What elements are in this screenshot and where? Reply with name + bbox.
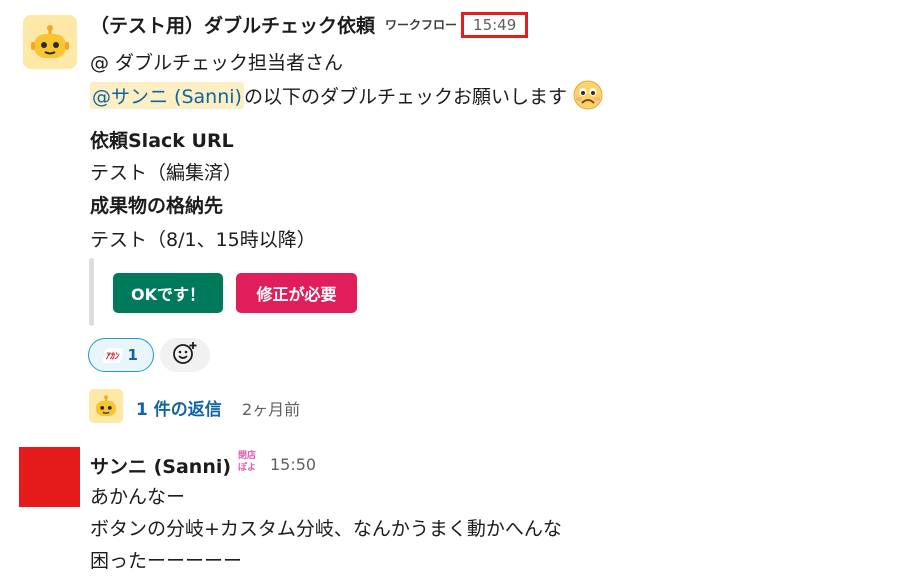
message-line: 困ったーーーーー xyxy=(90,550,243,572)
user-mention[interactable]: @サンニ (Sanni) xyxy=(90,81,244,109)
robot-avatar-icon[interactable] xyxy=(23,15,77,69)
location-value: テスト（8/1、15時以降） xyxy=(90,229,316,251)
app-badge: ワークフロー xyxy=(385,18,458,32)
greeting-line: @ ダブルチェック担当者さん xyxy=(90,52,344,74)
akan-emoji: ｱｶﾝ xyxy=(102,347,124,363)
url-label: 依頼Slack URL xyxy=(90,130,234,152)
thread-last-reply-time: 2ヶ月前 xyxy=(242,400,301,419)
reaction-pill[interactable]: ｱｶﾝ 1 xyxy=(88,338,154,372)
sender-name[interactable]: サンニ (Sanni) xyxy=(90,452,231,479)
message-timestamp[interactable]: 15:49 xyxy=(461,11,529,38)
add-reaction-button[interactable] xyxy=(160,338,210,372)
add-reaction-icon xyxy=(172,341,198,369)
location-label: 成果物の格納先 xyxy=(90,195,224,217)
ok-button[interactable]: OKです！ xyxy=(113,273,223,313)
pleading-face-icon xyxy=(573,80,603,110)
sender-name[interactable]: （テスト用）ダブルチェック依頼 xyxy=(90,11,375,38)
request-text: の以下のダブルチェックお願いします xyxy=(243,85,567,108)
message-line: ボタンの分岐+カスタム分岐、なんかうまく動かへんな xyxy=(90,518,562,540)
url-value: テスト（編集済） xyxy=(90,162,243,184)
message-header: （テスト用）ダブルチェック依頼 ワークフロー 15:49 xyxy=(90,11,529,38)
message-timestamp[interactable]: 15:50 xyxy=(270,455,316,474)
reaction-count: 1 xyxy=(127,346,138,364)
message-line: あかんなー xyxy=(90,486,186,508)
attachment-bar xyxy=(89,258,94,326)
thread-replies-link[interactable]: 1 件の返信 xyxy=(136,395,222,420)
status-emoji-icon: 閉店ぽよ xyxy=(237,451,256,473)
user-avatar[interactable] xyxy=(19,447,80,507)
needs-fix-button[interactable]: 修正が必要 xyxy=(236,273,357,313)
request-line: @サンニ (Sanni) の以下のダブルチェックお願いします xyxy=(90,80,603,110)
thread-robot-avatar-icon xyxy=(89,389,123,423)
